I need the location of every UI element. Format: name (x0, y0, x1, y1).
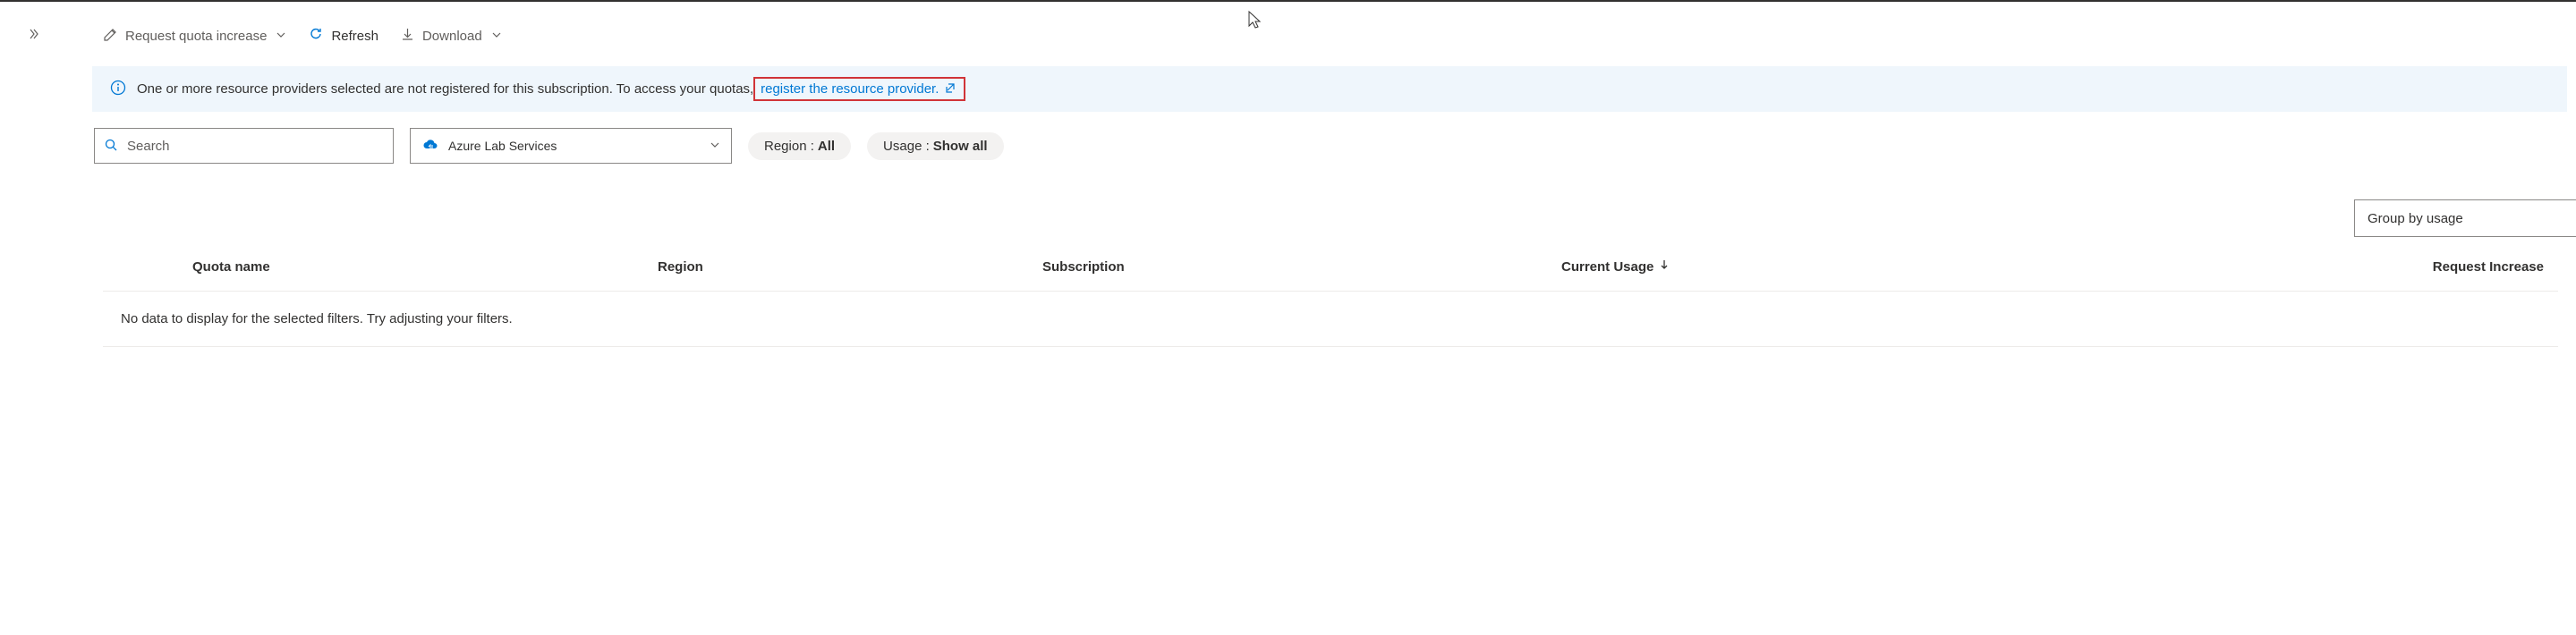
group-by-container: Group by usage (85, 173, 2576, 237)
info-content: One or more resource providers selected … (137, 77, 965, 101)
chevron-down-icon (491, 29, 502, 44)
search-box[interactable] (94, 128, 394, 164)
region-filter-pill[interactable]: Region : All (748, 132, 851, 160)
info-banner: One or more resource providers selected … (92, 66, 2567, 112)
info-icon (110, 80, 126, 98)
region-filter-label: Region : (764, 139, 814, 154)
filter-row: Azure Lab Services Region : All Usage : … (85, 112, 2576, 173)
request-quota-increase-button[interactable]: Request quota increase (103, 23, 286, 49)
external-link-icon (944, 81, 956, 97)
empty-state-row: No data to display for the selected filt… (103, 292, 2558, 347)
download-icon (400, 27, 415, 46)
top-divider (0, 0, 2576, 2)
usage-filter-pill[interactable]: Usage : Show all (867, 132, 1004, 160)
refresh-button[interactable]: Refresh (308, 22, 378, 49)
sidebar (0, 2, 76, 635)
search-icon (104, 138, 118, 155)
group-by-dropdown[interactable]: Group by usage (2354, 199, 2576, 237)
download-button[interactable]: Download (400, 23, 502, 49)
table-header: Quota name Region Subscription Current U… (103, 237, 2558, 292)
download-label: Download (422, 29, 482, 44)
register-provider-link[interactable]: register the resource provider. (761, 81, 939, 97)
toolbar: Request quota increase Refresh Downlo (85, 2, 2576, 66)
col-request-increase[interactable]: Request Increase (2433, 259, 2558, 275)
col-region[interactable]: Region (658, 259, 1042, 275)
chevron-down-icon (710, 139, 720, 153)
col-quota-name[interactable]: Quota name (192, 259, 658, 275)
expand-sidebar-icon[interactable] (27, 30, 41, 44)
usage-filter-value: Show all (933, 139, 988, 154)
info-link-highlight: register the resource provider. (753, 77, 965, 101)
chevron-down-icon (276, 29, 286, 44)
col-subscription[interactable]: Subscription (1042, 259, 1561, 275)
cloud-icon (421, 136, 439, 157)
provider-label: Azure Lab Services (448, 139, 557, 153)
empty-message: No data to display for the selected filt… (121, 311, 513, 326)
group-by-label: Group by usage (2368, 211, 2463, 226)
current-usage-label: Current Usage (1561, 259, 1654, 275)
col-current-usage[interactable]: Current Usage (1561, 258, 2349, 275)
info-message: One or more resource providers selected … (137, 81, 753, 97)
refresh-icon (308, 26, 324, 46)
search-input[interactable] (127, 139, 384, 154)
refresh-label: Refresh (331, 29, 378, 44)
pencil-icon (103, 27, 118, 46)
region-filter-value: All (818, 139, 835, 154)
usage-filter-label: Usage : (883, 139, 930, 154)
request-quota-label: Request quota increase (125, 29, 267, 44)
sort-down-icon (1659, 258, 1670, 275)
provider-dropdown[interactable]: Azure Lab Services (410, 128, 732, 164)
main-content: Request quota increase Refresh Downlo (85, 0, 2576, 347)
